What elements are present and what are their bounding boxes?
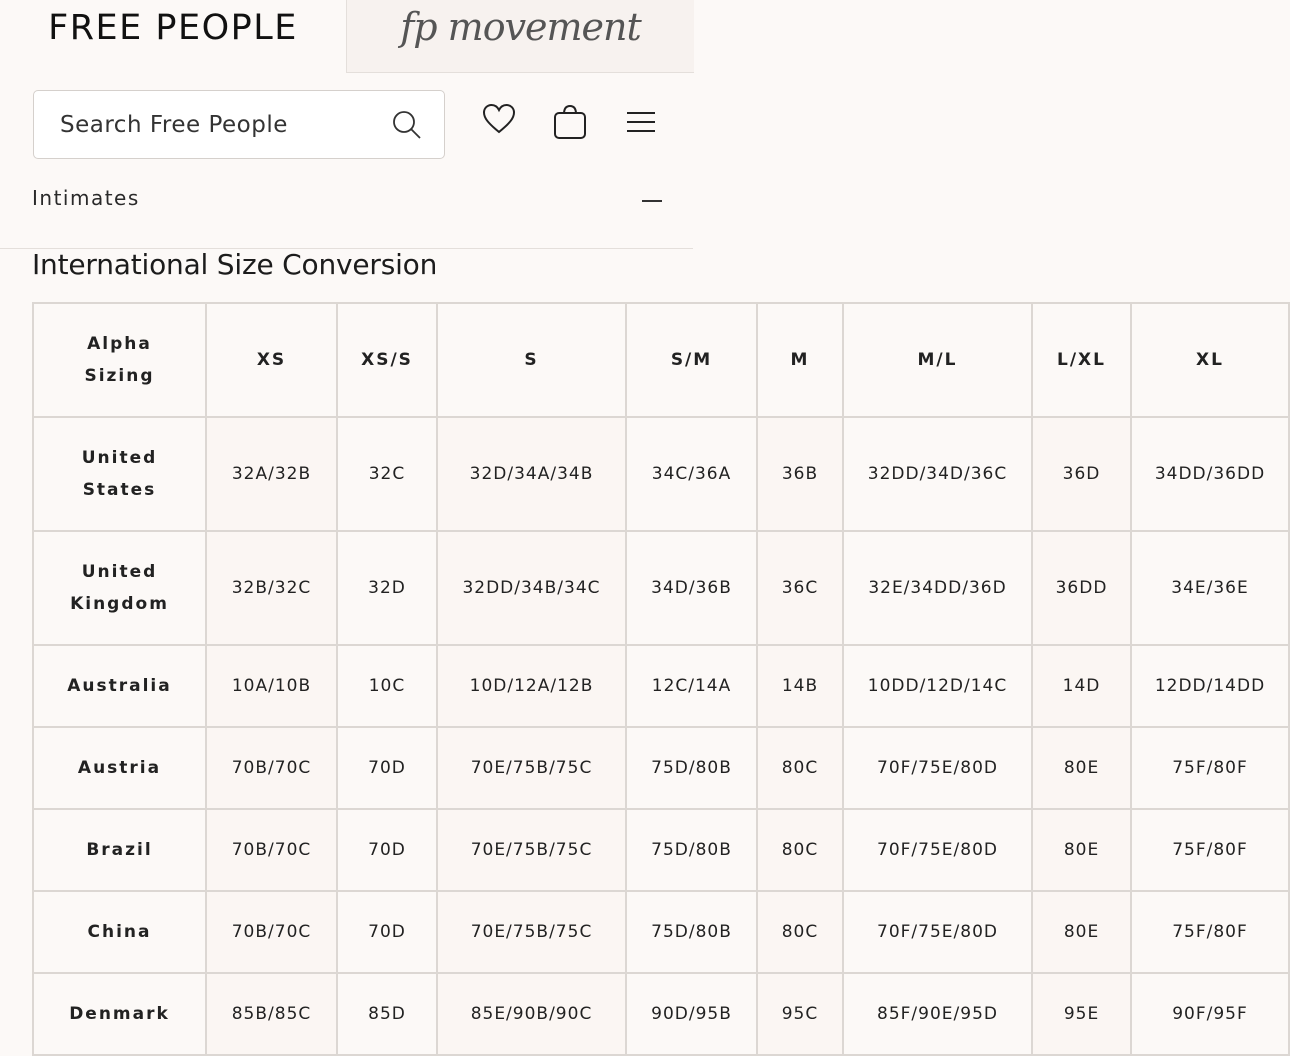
- table-cell: 14D: [1031, 644, 1132, 728]
- table-row: Denmark 85B/85C 85D 85E/90B/90C 90D/95B …: [32, 972, 1290, 1056]
- table-cell: 10DD/12D/14C: [842, 644, 1033, 728]
- table-cell: 32B/32C: [205, 530, 338, 646]
- table-row: Austria 70B/70C 70D 70E/75B/75C 75D/80B …: [32, 726, 1290, 810]
- table-cell: 32E/34DD/36D: [842, 530, 1033, 646]
- row-label: United States: [32, 416, 207, 532]
- table-cell: 90D/95B: [625, 972, 758, 1056]
- table-cell: 32D/34A/34B: [436, 416, 627, 532]
- table-cell: 95E: [1031, 972, 1132, 1056]
- bag-icon[interactable]: [553, 104, 587, 140]
- table-cell: 32DD/34B/34C: [436, 530, 627, 646]
- table-cell: 36C: [756, 530, 844, 646]
- table-cell: 85E/90B/90C: [436, 972, 627, 1056]
- row-label: United Kingdom: [32, 530, 207, 646]
- table-cell: 80C: [756, 890, 844, 974]
- size-conversion-table: Alpha Sizing XS XS/S S S/M M M/L L/XL XL…: [32, 302, 1290, 1056]
- table-cell: 10D/12A/12B: [436, 644, 627, 728]
- table-cell: 75D/80B: [625, 808, 758, 892]
- table-cell: 32A/32B: [205, 416, 338, 532]
- table-cell: 12DD/14DD: [1130, 644, 1290, 728]
- fp-movement-logo: fp movement: [400, 5, 642, 49]
- row-label: Brazil: [32, 808, 207, 892]
- table-header-row: Alpha Sizing XS XS/S S S/M M M/L L/XL XL: [32, 302, 1290, 418]
- table-cell: 70F/75E/80D: [842, 890, 1033, 974]
- table-cell: 85B/85C: [205, 972, 338, 1056]
- free-people-logo: FREE PEOPLE: [48, 7, 298, 48]
- column-header: XS/S: [336, 302, 438, 418]
- table-cell: 75D/80B: [625, 890, 758, 974]
- table-cell: 80C: [756, 726, 844, 810]
- menu-icon[interactable]: [626, 110, 656, 134]
- table-row: United Kingdom 32B/32C 32D 32DD/34B/34C …: [32, 530, 1290, 646]
- row-label: Austria: [32, 726, 207, 810]
- table-cell: 85F/90E/95D: [842, 972, 1033, 1056]
- column-header: S: [436, 302, 627, 418]
- table-cell: 70D: [336, 808, 438, 892]
- table-cell: 34E/36E: [1130, 530, 1290, 646]
- table-cell: 36DD: [1031, 530, 1132, 646]
- section-title: International Size Conversion: [32, 248, 438, 281]
- heart-icon[interactable]: [482, 103, 516, 135]
- table-cell: 85D: [336, 972, 438, 1056]
- search-box[interactable]: [33, 90, 445, 159]
- table-cell: 34DD/36DD: [1130, 416, 1290, 532]
- table-cell: 14B: [756, 644, 844, 728]
- brand-tab-fp-movement[interactable]: fp movement: [346, 0, 694, 73]
- table-cell: 10C: [336, 644, 438, 728]
- table-cell: 34C/36A: [625, 416, 758, 532]
- brand-tabs: FREE PEOPLE fp movement: [0, 0, 694, 73]
- table-cell: 70E/75B/75C: [436, 890, 627, 974]
- table-row: Brazil 70B/70C 70D 70E/75B/75C 75D/80B 8…: [32, 808, 1290, 892]
- table-cell: 10A/10B: [205, 644, 338, 728]
- table-cell: 12C/14A: [625, 644, 758, 728]
- table-row: Australia 10A/10B 10C 10D/12A/12B 12C/14…: [32, 644, 1290, 728]
- table-cell: 75D/80B: [625, 726, 758, 810]
- table-cell: 75F/80F: [1130, 890, 1290, 974]
- table-cell: 95C: [756, 972, 844, 1056]
- table-cell: 70B/70C: [205, 890, 338, 974]
- table-cell: 75F/80F: [1130, 726, 1290, 810]
- table-cell: 32DD/34D/36C: [842, 416, 1033, 532]
- table-cell: 70B/70C: [205, 808, 338, 892]
- column-header: XL: [1130, 302, 1290, 418]
- search-icon[interactable]: [392, 110, 422, 140]
- table-cell: 34D/36B: [625, 530, 758, 646]
- brand-tab-free-people[interactable]: FREE PEOPLE: [0, 0, 346, 73]
- table-cell: 75F/80F: [1130, 808, 1290, 892]
- table-cell: 36B: [756, 416, 844, 532]
- table-cell: 80E: [1031, 808, 1132, 892]
- table-cell: 80C: [756, 808, 844, 892]
- table-cell: 70F/75E/80D: [842, 808, 1033, 892]
- table-cell: 90F/95F: [1130, 972, 1290, 1056]
- column-header: L/XL: [1031, 302, 1132, 418]
- table-cell: 70E/75B/75C: [436, 726, 627, 810]
- table-cell: 80E: [1031, 890, 1132, 974]
- column-header: M/L: [842, 302, 1033, 418]
- accordion-intimates-label[interactable]: Intimates: [32, 186, 140, 210]
- table-cell: 70D: [336, 726, 438, 810]
- site-header: [0, 73, 693, 249]
- table-cell: 70D: [336, 890, 438, 974]
- page: FREE PEOPLE fp movement Intimates: [0, 0, 1290, 1056]
- table-cell: 70F/75E/80D: [842, 726, 1033, 810]
- column-header: M: [756, 302, 844, 418]
- table-cell: 32D: [336, 530, 438, 646]
- table-cell: 70B/70C: [205, 726, 338, 810]
- table-row: United States 32A/32B 32C 32D/34A/34B 34…: [32, 416, 1290, 532]
- column-header: S/M: [625, 302, 758, 418]
- table-row: China 70B/70C 70D 70E/75B/75C 75D/80B 80…: [32, 890, 1290, 974]
- search-input[interactable]: [58, 91, 392, 159]
- column-header: XS: [205, 302, 338, 418]
- row-label: Australia: [32, 644, 207, 728]
- table-cell: 32C: [336, 416, 438, 532]
- table-cell: 70E/75B/75C: [436, 808, 627, 892]
- row-label: China: [32, 890, 207, 974]
- column-header: Alpha Sizing: [32, 302, 207, 418]
- table-cell: 36D: [1031, 416, 1132, 532]
- table-cell: 80E: [1031, 726, 1132, 810]
- collapse-minus-icon[interactable]: [642, 200, 662, 202]
- row-label: Denmark: [32, 972, 207, 1056]
